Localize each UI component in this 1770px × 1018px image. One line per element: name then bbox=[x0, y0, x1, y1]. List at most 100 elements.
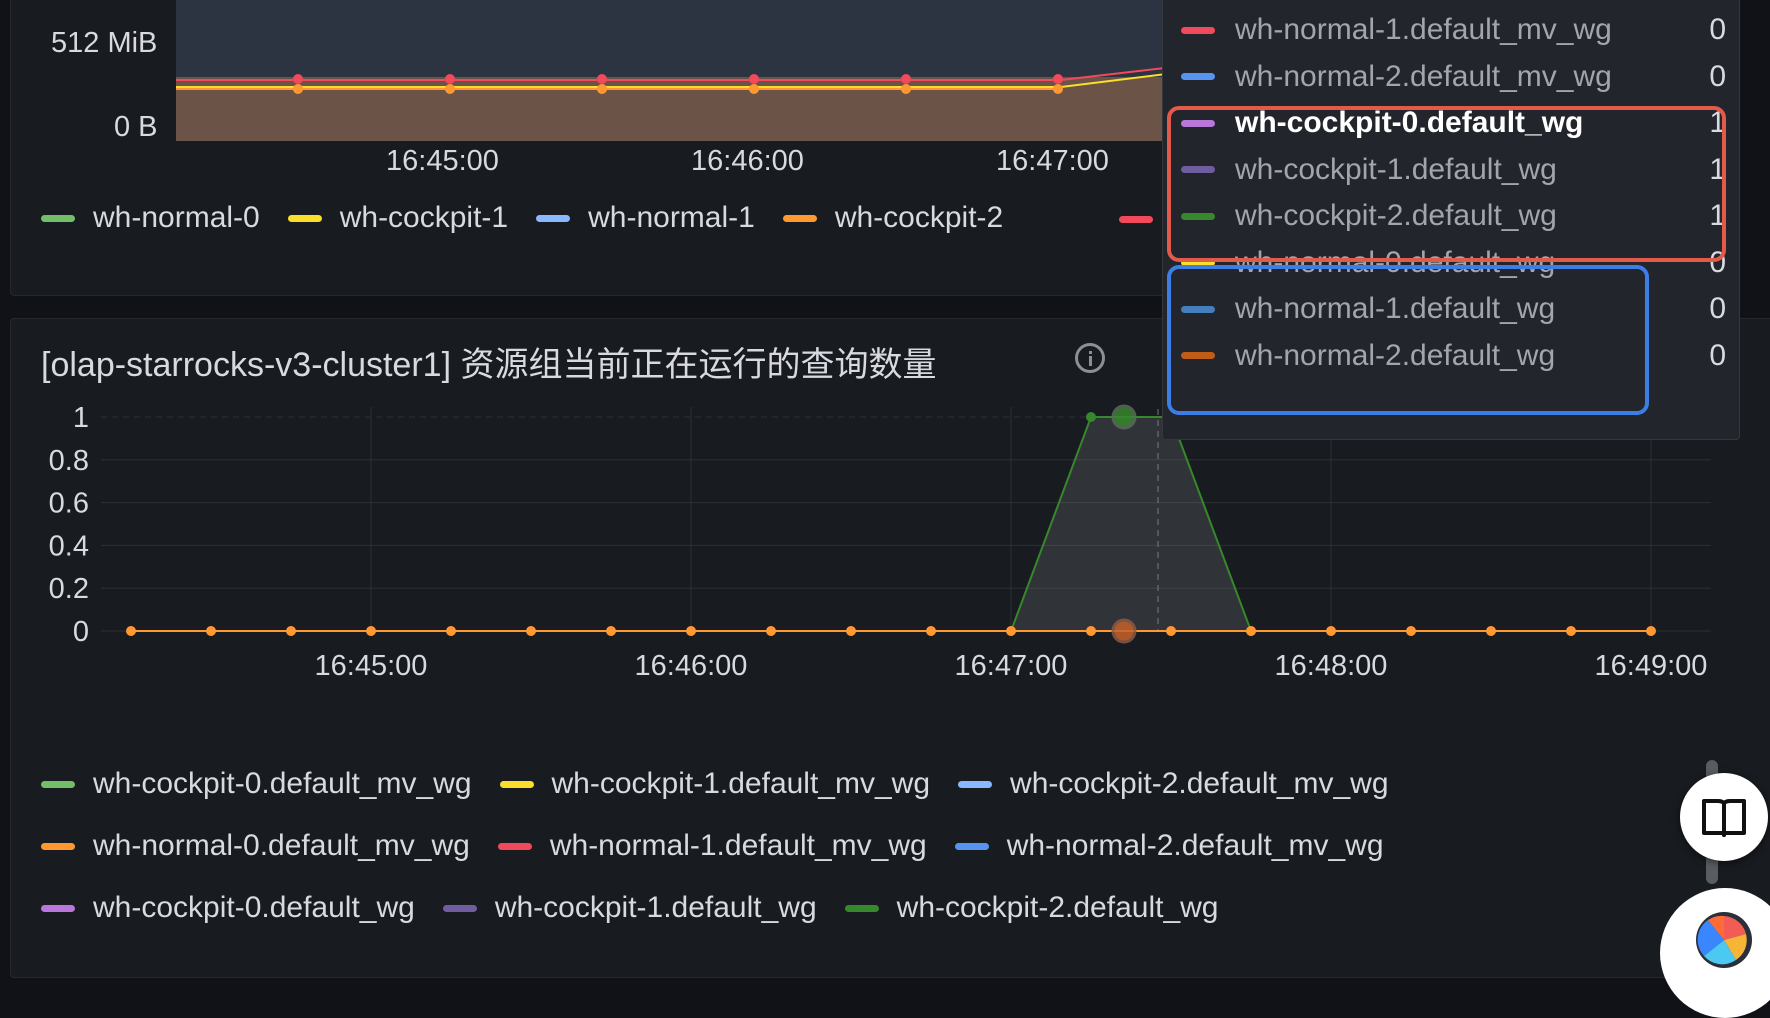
memory-point bbox=[293, 84, 303, 94]
legend-swatch bbox=[41, 842, 75, 850]
x-tick-label: 16:46:00 bbox=[691, 145, 804, 177]
legend-item[interactable]: wh-normal-2.default_mv_wg bbox=[954, 829, 1384, 863]
legend-item[interactable]: wh-normal-0 bbox=[41, 201, 260, 235]
series-point bbox=[206, 626, 216, 636]
tooltip-swatch bbox=[1181, 73, 1215, 80]
tooltip-row: wh-normal-2.default_mv_wg 0 bbox=[1181, 54, 1726, 100]
x-tick-label: 16:49:00 bbox=[1595, 650, 1708, 682]
y-tick-label: 0.6 bbox=[49, 488, 89, 520]
series-point bbox=[126, 626, 136, 636]
series-point bbox=[1406, 626, 1416, 636]
series-point bbox=[1566, 626, 1576, 636]
info-icon[interactable] bbox=[1075, 343, 1105, 373]
memory-point bbox=[445, 74, 455, 84]
memory-point bbox=[445, 84, 455, 94]
series-point bbox=[366, 626, 376, 636]
series-point bbox=[1086, 626, 1096, 636]
legend-label: wh-cockpit-0.default_mv_wg bbox=[93, 767, 472, 800]
legend-label: wh-cockpit-2 bbox=[834, 201, 1004, 234]
series-point bbox=[1246, 626, 1256, 636]
memory-point bbox=[597, 84, 607, 94]
series-point bbox=[1646, 626, 1656, 636]
y-tick-label: 0 bbox=[73, 616, 89, 648]
panel-title: [olap-starrocks-v3-cluster1] 资源组当前正在运行的查… bbox=[41, 346, 937, 384]
legend-label: wh-normal-0 bbox=[93, 201, 260, 234]
legend-swatch bbox=[958, 780, 993, 788]
x-tick-label: 16:48:00 bbox=[1275, 650, 1388, 682]
legend-item[interactable]: wh-cockpit-2.default_wg bbox=[844, 891, 1218, 925]
legend-label: wh-cockpit-0.default_wg bbox=[93, 891, 415, 924]
series-point bbox=[1486, 626, 1496, 636]
memory-point bbox=[901, 84, 911, 94]
legend-item[interactable]: wh-normal-1 bbox=[536, 201, 755, 235]
y-tick-label: 0 B bbox=[114, 111, 158, 143]
series-point bbox=[926, 626, 936, 636]
tooltip-series-name: wh-normal-1.default_mv_wg bbox=[1235, 13, 1612, 46]
legend-swatch bbox=[782, 214, 817, 222]
memory-point bbox=[1053, 84, 1063, 94]
assistant-logo-icon bbox=[1696, 912, 1752, 968]
legend-item[interactable]: wh-cockpit-2.default_mv_wg bbox=[958, 767, 1389, 801]
highlight-box-red bbox=[1167, 106, 1726, 262]
y-tick-label: 0.8 bbox=[49, 445, 89, 477]
series-point bbox=[1326, 626, 1336, 636]
series-point bbox=[1086, 412, 1096, 422]
legend-item[interactable]: wh-cockpit-2 bbox=[782, 201, 1004, 235]
legend-item[interactable]: wh-normal-1.default_mv_wg bbox=[497, 829, 927, 863]
series-point bbox=[1166, 626, 1176, 636]
memory-point bbox=[901, 74, 911, 84]
legend-item[interactable]: wh-cockpit-1 bbox=[287, 201, 508, 235]
memory-legend: wh-normal-0 wh-cockpit-1 wh-normal-1 wh-coc… bbox=[41, 201, 1191, 235]
legend-swatch bbox=[536, 214, 571, 222]
tooltip-series-value: 0 bbox=[1709, 338, 1726, 372]
legend-swatch bbox=[41, 214, 75, 222]
series-line bbox=[131, 416, 1651, 632]
series-point bbox=[286, 626, 296, 636]
legend-label: wh-normal-0.default_mv_wg bbox=[93, 829, 470, 862]
legend-swatch bbox=[954, 842, 989, 850]
legend-swatch bbox=[844, 904, 879, 912]
memory-panel: 512 MiB 0 B 16:45:00 16:46:00 16:47:00 w… bbox=[10, 0, 1191, 296]
book-icon bbox=[1702, 799, 1746, 837]
series-point bbox=[606, 626, 616, 636]
legend-label: wh-cockpit-2.default_mv_wg bbox=[1010, 767, 1389, 800]
series-point bbox=[446, 626, 456, 636]
legend-swatch bbox=[41, 780, 75, 788]
query-count-legend: wh-cockpit-0.default_mv_wg wh-cockpit-1.d… bbox=[41, 767, 1701, 925]
legend-item[interactable]: wh-cockpit-0.default_wg bbox=[41, 891, 415, 925]
tooltip-series-value: 0 bbox=[1709, 59, 1726, 93]
y-tick-label: 0.2 bbox=[49, 573, 89, 605]
assistant-button[interactable] bbox=[1660, 888, 1770, 1018]
tooltip-row: wh-normal-1.default_mv_wg 0 bbox=[1181, 7, 1726, 53]
x-tick-label: 16:47:00 bbox=[955, 650, 1068, 682]
legend-item[interactable]: wh-cockpit-1.default_mv_wg bbox=[499, 767, 931, 801]
tooltip-series-name: wh-normal-2.default_mv_wg bbox=[1235, 59, 1612, 93]
memory-point bbox=[597, 74, 607, 84]
tooltip-swatch bbox=[1181, 26, 1215, 34]
hover-point bbox=[1111, 618, 1137, 644]
series-point bbox=[766, 626, 776, 636]
memory-point bbox=[293, 74, 303, 84]
legend-swatch bbox=[287, 214, 322, 222]
legend-item[interactable]: wh-cockpit-1.default_wg bbox=[442, 891, 817, 925]
docs-button[interactable] bbox=[1680, 773, 1768, 861]
series-area bbox=[131, 417, 1651, 631]
legend-item[interactable]: wh-cockpit-0.default_mv_wg bbox=[41, 767, 472, 801]
legend-label: wh-normal-1.default_mv_wg bbox=[549, 829, 927, 862]
series-point bbox=[846, 626, 856, 636]
x-tick-label: 16:47:00 bbox=[996, 145, 1109, 177]
x-tick-label: 16:45:00 bbox=[315, 650, 428, 682]
y-tick-label: 0.4 bbox=[49, 530, 89, 562]
y-tick-label: 512 MiB bbox=[51, 27, 158, 59]
legend-swatch bbox=[499, 780, 534, 788]
legend-swatch-partial bbox=[1119, 216, 1153, 223]
legend-label: wh-normal-2.default_mv_wg bbox=[1006, 829, 1384, 862]
legend-item[interactable]: wh-normal-0.default_mv_wg bbox=[41, 829, 470, 863]
legend-label: wh-cockpit-1.default_mv_wg bbox=[551, 767, 931, 800]
tooltip-series-value: 0 bbox=[1709, 292, 1726, 325]
series-point bbox=[686, 626, 696, 636]
legend-label: wh-cockpit-1.default_wg bbox=[494, 891, 817, 924]
hover-point bbox=[1111, 404, 1137, 430]
highlight-box-blue bbox=[1167, 265, 1649, 415]
legend-label: wh-normal-1 bbox=[588, 201, 755, 234]
